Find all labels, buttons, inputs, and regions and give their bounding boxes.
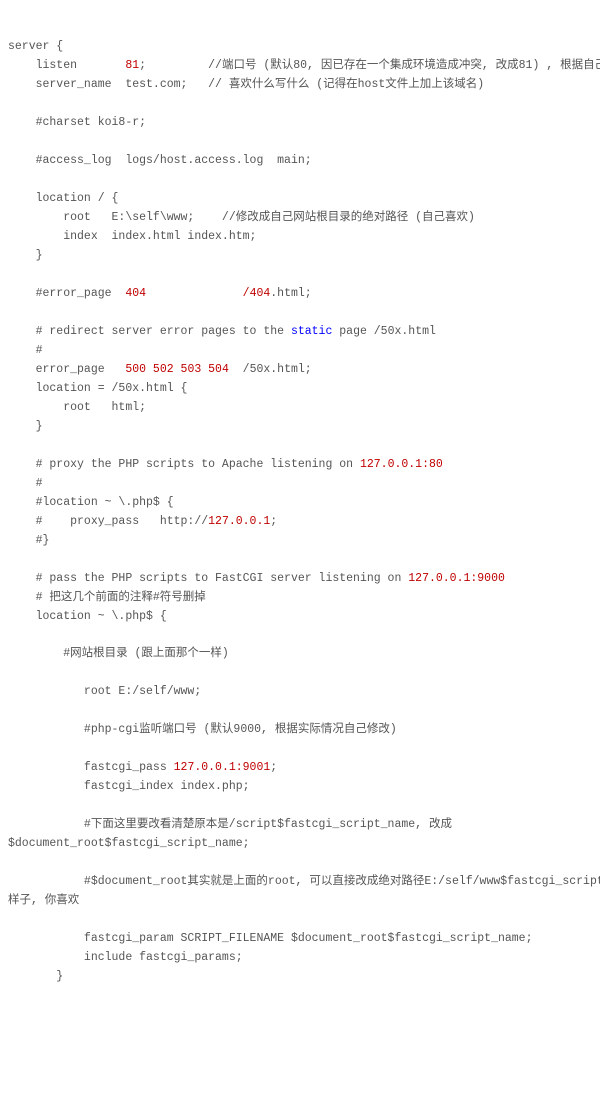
nginx-config-code-block: server { listen 81; //端口号 (默认80, 因已存在一个集… [8,38,592,986]
